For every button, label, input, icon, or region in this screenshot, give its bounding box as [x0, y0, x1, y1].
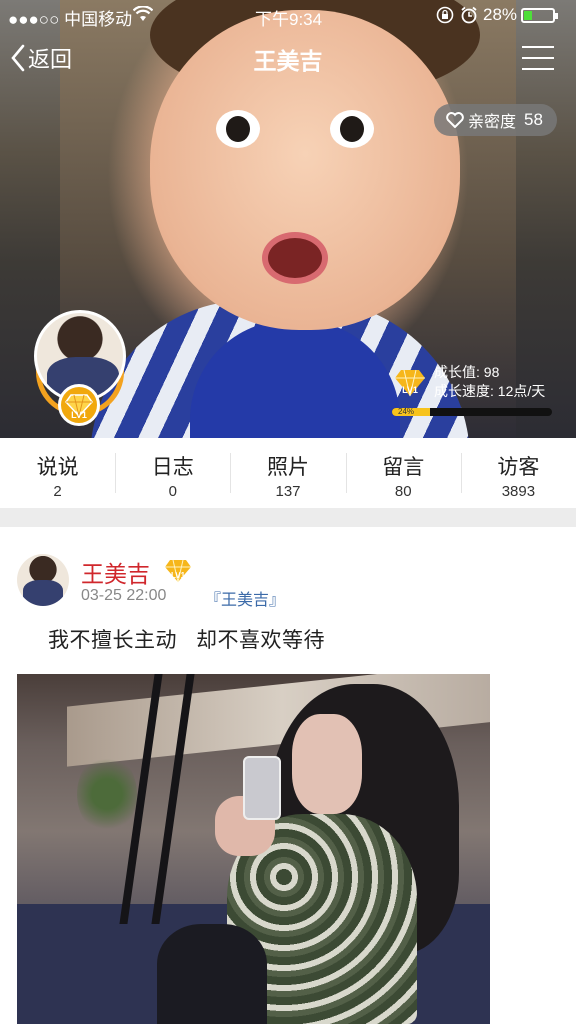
photo-phone — [243, 756, 281, 820]
tab-count: 0 — [168, 483, 177, 500]
post-avatar-person — [23, 580, 63, 606]
battery-icon — [521, 8, 558, 23]
tab-messages[interactable]: 留言 80 — [345, 438, 461, 508]
wifi-icon — [132, 5, 154, 27]
rotation-lock-icon — [436, 6, 454, 29]
post-photo[interactable] — [17, 674, 490, 1024]
growth-level-badge: LV1 — [393, 366, 427, 400]
tab-diary[interactable]: 日志 0 — [115, 438, 230, 508]
intimacy-badge[interactable]: 亲密度 58 — [434, 104, 557, 136]
avatar-level-text: LV1 — [71, 410, 87, 420]
post-level-text: LV1 — [170, 571, 186, 580]
tab-label: 说说 — [36, 456, 79, 479]
growth-value: 成长值: 98 — [434, 364, 500, 380]
tab-label: 访客 — [497, 456, 540, 479]
alarm-icon — [460, 6, 478, 29]
profile-tabs: 说说 2 日志 0 照片 137 留言 80 访客 3893 — [0, 438, 576, 508]
tab-photos[interactable]: 照片 137 — [230, 438, 345, 508]
photo-girl-legs — [157, 924, 267, 1024]
photo-girl-face — [292, 714, 362, 814]
battery-level — [524, 11, 532, 20]
growth-speed: 成长速度: 12点/天 — [434, 383, 546, 399]
photo-plant — [77, 754, 137, 834]
feed-post[interactable]: 王美吉 LV1 03-25 22:00 『王美吉』 我不擅长主动 却不喜欢等待 — [0, 527, 576, 1024]
tab-count: 2 — [53, 483, 62, 500]
hamburger-menu-icon[interactable] — [522, 45, 554, 71]
tab-shuoshuo[interactable]: 说说 2 — [0, 438, 115, 508]
page-title: 王美吉 — [253, 48, 323, 74]
carrier-label: ●●●○○ 中国移动 — [8, 10, 133, 29]
tab-count: 3893 — [501, 483, 536, 500]
tab-label: 留言 — [382, 456, 425, 479]
tab-label: 照片 — [267, 456, 309, 479]
battery-percent: 28% — [483, 5, 518, 24]
growth-level-text: LV1 — [402, 385, 418, 395]
clock: 下午9:34 — [255, 10, 323, 29]
growth-info: 成长值: 98 成长速度: 12点/天 — [434, 363, 545, 401]
cover-kid-left-eye — [216, 110, 260, 148]
heart-icon — [446, 112, 464, 128]
status-bar: ●●●○○ 中国移动 下午9:34 28% — [0, 0, 576, 30]
tab-visitors[interactable]: 访客 3893 — [460, 438, 576, 508]
avatar-level-badge: LV1 — [58, 384, 100, 426]
post-author-avatar[interactable] — [17, 554, 69, 606]
post-author-level-badge: LV1 — [163, 557, 193, 585]
post-time: 03-25 22:00 — [81, 587, 167, 604]
tab-count: 137 — [275, 483, 301, 500]
back-button[interactable]: 返回 — [10, 40, 72, 76]
post-author-name[interactable]: 王美吉 — [81, 555, 150, 589]
intimacy-label: 亲密度 — [468, 114, 517, 131]
cover-kid-right-eye — [330, 110, 374, 148]
tab-label: 日志 — [151, 456, 194, 479]
post-text: 我不擅长主动 却不喜欢等待 — [48, 629, 326, 652]
tab-count: 80 — [394, 483, 412, 500]
chevron-left-icon — [11, 44, 25, 72]
intimacy-value: 58 — [524, 110, 543, 129]
growth-percent: 24% — [398, 407, 415, 416]
post-source-link[interactable]: 『王美吉』 — [205, 586, 285, 610]
growth-progress-bar — [392, 408, 552, 416]
back-label: 返回 — [28, 47, 73, 72]
cover-kid-mouth — [262, 232, 328, 284]
cover-photo-area[interactable]: ●●●○○ 中国移动 下午9:34 28% 返回 王美吉 亲密度 58 LV1 … — [0, 0, 576, 438]
